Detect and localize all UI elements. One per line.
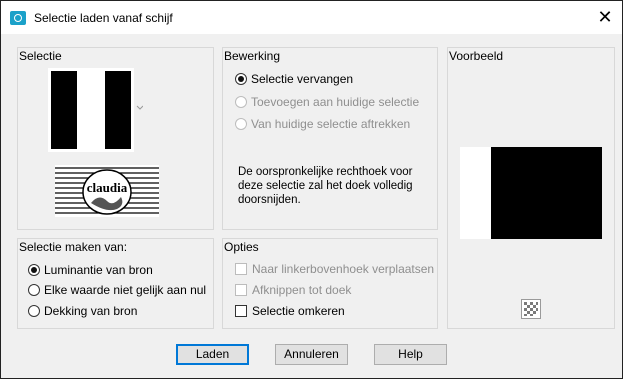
radio-luminantie[interactable]: Luminantie van bron <box>28 263 153 277</box>
checkbox-afknippen[interactable]: Afknippen tot doek <box>235 283 351 297</box>
radio-button[interactable] <box>235 73 247 85</box>
close-button[interactable]: ✕ <box>593 6 617 28</box>
checkbox-label: Afknippen tot doek <box>252 283 352 297</box>
bewerking-label: Bewerking <box>224 49 281 63</box>
radio-elke-waarde[interactable]: Elke waarde niet gelijk aan nul <box>28 283 206 297</box>
load-button[interactable]: Laden <box>176 344 249 365</box>
radio-button[interactable] <box>28 305 40 317</box>
title-bar[interactable]: Selectie laden vanaf schijf ✕ <box>1 1 622 34</box>
window-title: Selectie laden vanaf schijf <box>34 11 173 25</box>
cancel-button[interactable]: Annuleren <box>275 344 348 365</box>
maken-van-label: Selectie maken van: <box>19 240 128 254</box>
radio-button[interactable] <box>28 264 40 276</box>
radio-aftrekken[interactable]: Van huidige selectie aftrekken <box>235 117 410 131</box>
claudia-logo-image: claudia <box>55 165 159 217</box>
radio-selectie-vervangen[interactable]: Selectie vervangen <box>235 72 353 86</box>
opties-label: Opties <box>224 240 259 254</box>
selectie-label: Selectie <box>19 49 62 63</box>
checkbox-selectie-omkeren[interactable]: Selectie omkeren <box>235 304 345 318</box>
radio-button[interactable] <box>235 118 247 130</box>
dialog-window: Selectie laden vanaf schijf ✕ Selectie c… <box>0 0 623 379</box>
bewerking-description: De oorspronkelijke rechthoek voor deze s… <box>238 166 413 206</box>
checkbox-label: Naar linkerbovenhoek verplaatsen <box>252 262 435 276</box>
radio-label: Elke waarde niet gelijk aan nul <box>44 283 207 297</box>
transparency-toggle-icon[interactable] <box>521 299 541 319</box>
radio-button[interactable] <box>28 284 40 296</box>
checkbox-label: Selectie omkeren <box>252 304 345 318</box>
claudia-logo-text: claudia <box>87 180 128 195</box>
help-button[interactable]: Help <box>374 344 447 365</box>
radio-toevoegen[interactable]: Toevoegen aan huidige selectie <box>235 95 419 109</box>
radio-label: Toevoegen aan huidige selectie <box>251 95 420 109</box>
voorbeeld-label: Voorbeeld <box>449 49 504 63</box>
radio-label: Selectie vervangen <box>251 72 354 86</box>
selection-thumbnail[interactable] <box>48 68 143 152</box>
checkbox[interactable] <box>235 284 247 296</box>
checkbox[interactable] <box>235 305 247 317</box>
checkbox[interactable] <box>235 263 247 275</box>
checkbox-linkerbovenhoek[interactable]: Naar linkerbovenhoek verplaatsen <box>235 262 434 276</box>
radio-button[interactable] <box>235 96 247 108</box>
preview-image <box>460 147 602 239</box>
camera-app-icon <box>10 11 26 25</box>
radio-dekking[interactable]: Dekking van bron <box>28 304 137 318</box>
radio-label: Dekking van bron <box>44 304 138 318</box>
radio-label: Luminantie van bron <box>44 263 153 277</box>
radio-label: Van huidige selectie aftrekken <box>251 117 411 131</box>
